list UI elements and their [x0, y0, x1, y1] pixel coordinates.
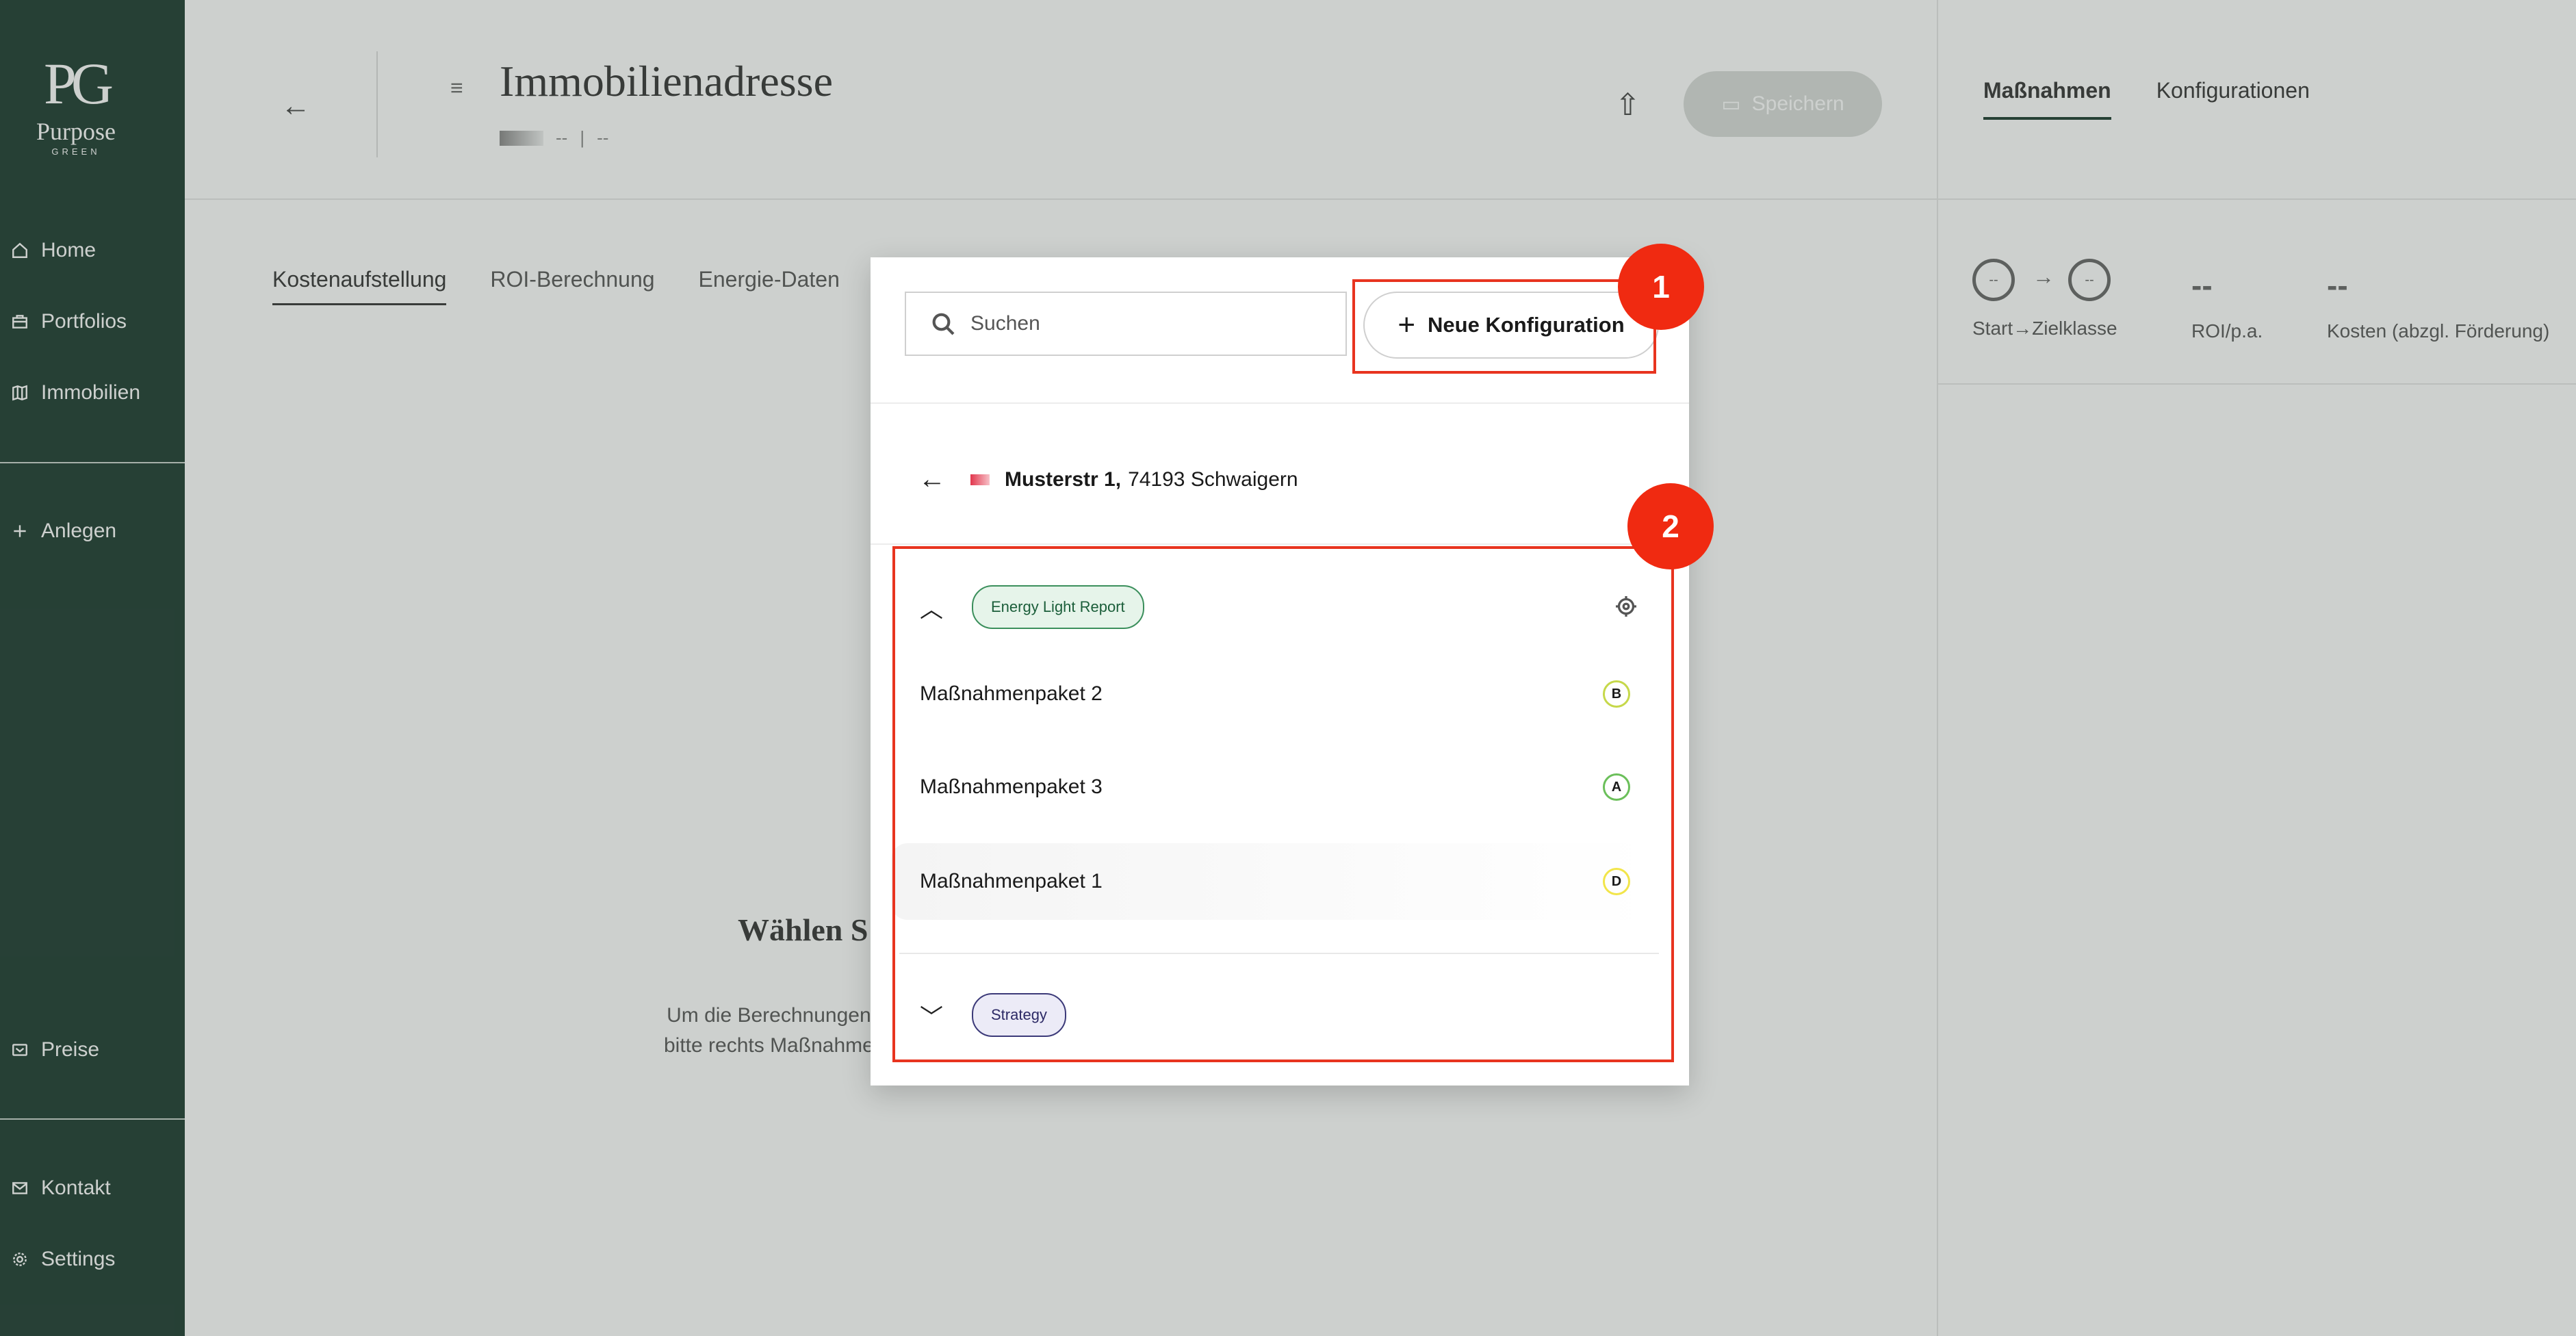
search-input[interactable] — [969, 311, 1328, 336]
address-breadcrumb: ← Musterstr 1, 74193 Schwaigern — [918, 464, 1298, 495]
search-field[interactable] — [905, 292, 1347, 356]
annotation-box-1 — [1352, 279, 1656, 374]
back-arrow-icon[interactable]: ← — [918, 464, 946, 495]
annotation-badge-2: 2 — [1627, 483, 1714, 569]
address-city: 74193 Schwaigern — [1128, 467, 1298, 491]
search-icon — [932, 313, 955, 335]
modal-divider — [871, 543, 1689, 545]
modal-divider — [871, 402, 1689, 404]
annotation-box-2 — [892, 546, 1674, 1062]
annotation-badge-1: 1 — [1618, 244, 1704, 330]
flag-icon — [970, 474, 990, 485]
address-street: Musterstr 1, — [1005, 467, 1122, 491]
